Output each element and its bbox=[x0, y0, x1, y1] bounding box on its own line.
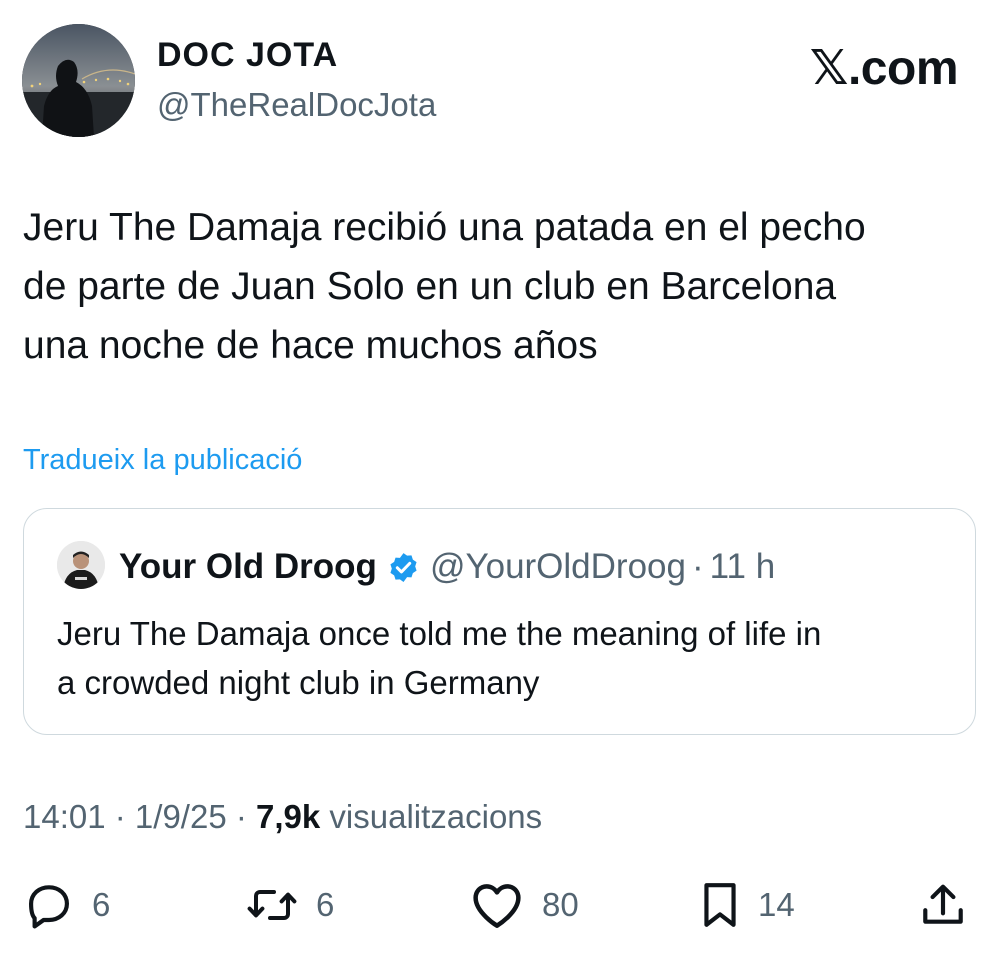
quoted-tweet-text: Jeru The Damaja once told me the meaning… bbox=[57, 615, 822, 701]
reply-count: 6 bbox=[92, 886, 111, 923]
site-logo-text: .com bbox=[847, 42, 959, 95]
site-logo: 𝕏.com bbox=[809, 40, 959, 96]
quoted-author-handle[interactable]: @YourOldDroog bbox=[430, 547, 686, 587]
quoted-author-name[interactable]: Your Old Droog bbox=[119, 547, 377, 587]
quoted-separator: · bbox=[691, 547, 704, 586]
quoted-tweet-card[interactable]: Your Old Droog @YourOldDroog · 11 h Jeru… bbox=[23, 508, 976, 735]
views-count: 7,9k bbox=[256, 798, 321, 835]
author-avatar[interactable] bbox=[22, 24, 135, 137]
bookmark-icon bbox=[700, 880, 740, 930]
repost-button[interactable]: 6 bbox=[246, 872, 334, 938]
meta-separator: · bbox=[226, 798, 256, 835]
bookmark-count: 14 bbox=[758, 886, 795, 923]
repost-count: 6 bbox=[316, 886, 335, 923]
like-count: 80 bbox=[542, 886, 579, 923]
share-icon bbox=[918, 880, 968, 930]
tweet-date[interactable]: 1/9/25 bbox=[135, 798, 227, 835]
tweet-page: DOC JOTA @TheRealDocJota 𝕏.com Jeru The … bbox=[0, 0, 1000, 959]
verified-badge-icon bbox=[387, 551, 420, 584]
action-bar: 6 6 80 14 bbox=[0, 872, 1000, 942]
views-label: visualitzacions bbox=[320, 798, 543, 835]
share-button[interactable] bbox=[918, 872, 968, 938]
quoted-tweet-header: Your Old Droog @YourOldDroog · 11 h bbox=[119, 547, 775, 587]
translate-post-link[interactable]: Tradueix la publicació bbox=[23, 444, 302, 477]
author-handle[interactable]: @TheRealDocJota bbox=[157, 86, 436, 124]
reply-icon bbox=[24, 880, 74, 930]
tweet-meta: 14:01 · 1/9/25 · 7,9k visualitzacions bbox=[23, 798, 542, 836]
like-icon bbox=[470, 880, 524, 930]
like-button[interactable]: 80 bbox=[470, 872, 579, 938]
tweet-text: Jeru The Damaja recibió una patada en el… bbox=[23, 206, 866, 367]
quoted-timestamp[interactable]: 11 h bbox=[710, 547, 776, 587]
quoted-author-avatar[interactable] bbox=[57, 541, 105, 589]
repost-icon bbox=[246, 880, 298, 930]
meta-separator: · bbox=[105, 798, 135, 835]
x-logo-icon: 𝕏 bbox=[809, 40, 849, 96]
tweet-time[interactable]: 14:01 bbox=[23, 798, 106, 835]
reply-button[interactable]: 6 bbox=[24, 872, 110, 938]
bookmark-button[interactable]: 14 bbox=[700, 872, 795, 938]
author-display-name[interactable]: DOC JOTA bbox=[157, 36, 338, 75]
